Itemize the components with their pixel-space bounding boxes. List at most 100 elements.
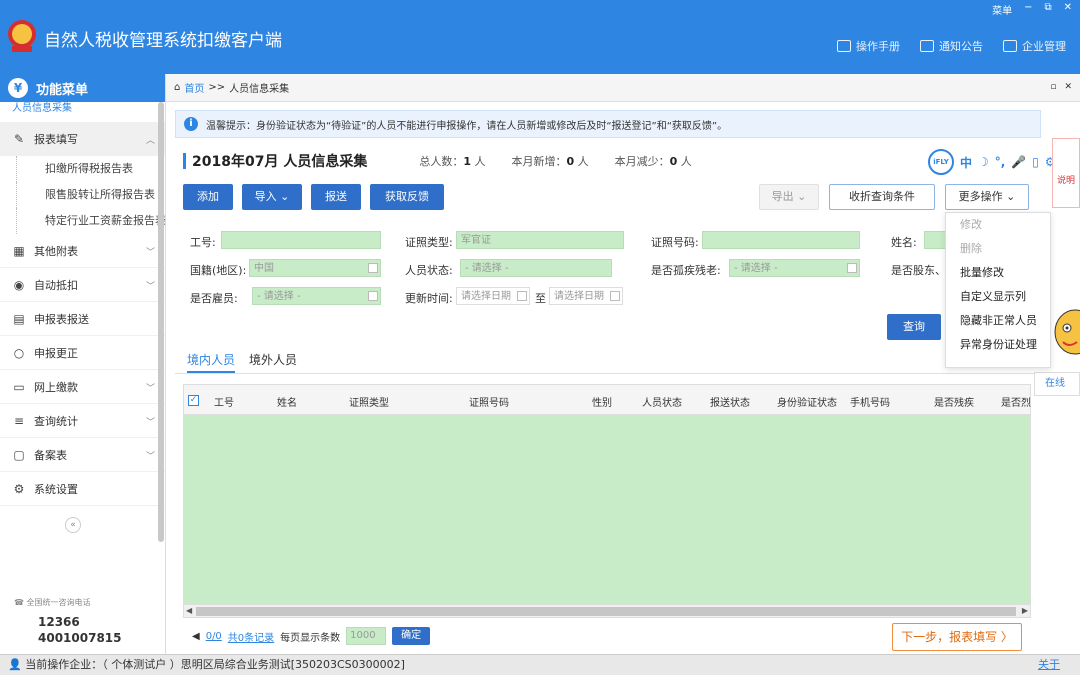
help-panel-tab[interactable]: 说明 — [1052, 138, 1080, 208]
next-step-button[interactable]: 下一步，报表填写 〉 — [892, 623, 1022, 651]
menu-item-hide-abnormal[interactable]: 隐藏非正常人员 — [946, 309, 1050, 333]
microphone-icon[interactable]: 🎤 — [1011, 155, 1026, 169]
shareholder-label: 是否股东、 — [891, 264, 946, 277]
col-disabled[interactable]: 是否残疾 — [934, 394, 974, 409]
select-all-checkbox[interactable]: ✓ — [188, 395, 199, 406]
sidebar-item-auto-deduct[interactable]: ◉ 自动抵扣 ﹀ — [0, 268, 165, 302]
table-hscrollbar[interactable]: ◀ ▶ — [184, 604, 1030, 617]
auto-deduct-icon: ◉ — [13, 277, 25, 292]
online-service-button[interactable]: 在线 — [1034, 372, 1080, 396]
col-name[interactable]: 姓名 — [277, 394, 297, 409]
title-bar: 自然人税收管理系统扣缴客户端 菜单 − ⧉ ✕ 操作手册 通知公告 企业管理 — [0, 0, 1080, 74]
per-page-input[interactable]: 1000 — [346, 627, 387, 645]
add-button[interactable]: 添加 — [183, 184, 233, 210]
status-select[interactable]: - 请选择 - — [460, 259, 612, 277]
col-phone[interactable]: 手机号码 — [850, 394, 890, 409]
col-employee-no[interactable]: 工号 — [214, 394, 234, 409]
table-body — [184, 415, 1030, 605]
employee-no-input[interactable] — [221, 231, 381, 249]
notice-link[interactable]: 通知公告 — [920, 38, 983, 54]
import-button[interactable]: 导入 ⌄ — [242, 184, 302, 210]
calendar-icon — [610, 291, 620, 301]
breadcrumb-home[interactable]: 首页 — [184, 80, 204, 95]
employed-select[interactable]: - 请选择 - — [252, 287, 381, 305]
sidebar-subitem-restricted-shares[interactable]: 限售股转让所得报告表 — [16, 182, 165, 208]
col-id-number[interactable]: 证照号码 — [469, 394, 509, 409]
hotline-numbers: 12366 4001007815 — [38, 615, 122, 645]
name-input[interactable] — [924, 231, 946, 249]
nationality-select[interactable]: 中国 — [249, 259, 381, 277]
more-actions-menu: 修改 删除 批量修改 自定义显示列 隐藏非正常人员 异常身份证处理 — [945, 212, 1051, 368]
page-indicator[interactable]: 0/0 — [206, 631, 222, 642]
sidebar-item-settings[interactable]: ⚙ 系统设置 — [0, 472, 165, 506]
company-link[interactable]: 企业管理 — [1003, 38, 1066, 54]
new-count: 本月新增：0 人 — [511, 155, 589, 168]
update-date-from[interactable]: 请选择日期 — [456, 287, 530, 305]
export-button[interactable]: 导出 ⌄ — [759, 184, 819, 210]
col-verify-status[interactable]: 身份验证状态 — [777, 394, 837, 409]
breadcrumb: ⌂ 首页 >> 人员信息采集 ▫ ✕ — [166, 74, 1080, 102]
query-button[interactable]: 查询 — [887, 314, 941, 340]
menu-item-custom-columns[interactable]: 自定义显示列 — [946, 285, 1050, 309]
chevron-down-icon: ﹀ — [145, 282, 155, 292]
moon-icon[interactable]: ☽ — [978, 155, 989, 169]
col-martyr[interactable]: 是否烈 — [1001, 394, 1031, 409]
sidebar-item-report[interactable]: ✎ 报表填写 ︿ — [0, 122, 165, 156]
orphan-select[interactable]: - 请选择 - — [729, 259, 860, 277]
title-accent — [183, 153, 186, 169]
col-gender[interactable]: 性别 — [592, 394, 612, 409]
id-number-input[interactable] — [702, 231, 860, 249]
id-type-select[interactable]: 军官证 — [456, 231, 624, 249]
info-icon: i — [184, 117, 198, 131]
total-count: 总人数：1 人 — [419, 155, 486, 168]
tip-banner: i 温馨提示：身份验证状态为“待验证”的人员不能进行申报操作，请在人员新增或修改… — [175, 110, 1041, 138]
manual-link[interactable]: 操作手册 — [837, 38, 900, 54]
get-feedback-button[interactable]: 获取反馈 — [370, 184, 444, 210]
sidebar-item-correction[interactable]: ○ 申报更正 — [0, 336, 165, 370]
col-person-status[interactable]: 人员状态 — [642, 394, 682, 409]
tab-overseas[interactable]: 境外人员 — [249, 348, 297, 373]
update-time-label: 更新时间: — [405, 292, 453, 305]
menu-item-edit[interactable]: 修改 — [946, 213, 1050, 237]
col-submit-status[interactable]: 报送状态 — [710, 394, 750, 409]
sidebar-item-submit-report[interactable]: ▤ 申报表报送 — [0, 302, 165, 336]
collapse-query-button[interactable]: 收折查询条件 — [829, 184, 935, 210]
ifly-logo-icon[interactable]: iFLY — [928, 149, 954, 175]
scroll-left-icon[interactable]: ◀ — [186, 606, 192, 615]
keyboard-icon[interactable]: ▯ — [1032, 155, 1039, 169]
sidebar-item-person-info[interactable]: 人员信息采集 — [0, 102, 165, 122]
panel-close-button[interactable]: ✕ — [1064, 82, 1072, 92]
sidebar-subitem-special-industry[interactable]: 特定行业工资薪金报告表 — [16, 208, 165, 234]
menu-item-abnormal-id[interactable]: 异常身份证处理 — [946, 333, 1050, 357]
chevron-down-icon: ﹀ — [145, 452, 155, 462]
submit-button[interactable]: 报送 — [311, 184, 361, 210]
punctuation-icon[interactable]: °, — [995, 155, 1006, 169]
sidebar-item-query-stats[interactable]: ≡ 查询统计 ﹀ — [0, 404, 165, 438]
panel-min-button[interactable]: ▫ — [1050, 82, 1056, 92]
update-date-to[interactable]: 请选择日期 — [549, 287, 623, 305]
scroll-thumb[interactable] — [196, 607, 1016, 616]
menu-item-batch-edit[interactable]: 批量修改 — [946, 261, 1050, 285]
chinese-input-icon[interactable]: 中 — [960, 154, 972, 171]
mascot-icon — [1054, 309, 1080, 355]
menu-button[interactable]: 菜单 — [992, 2, 1012, 17]
sidebar-scrollbar[interactable] — [158, 102, 164, 542]
collapse-sidebar-button[interactable]: « — [65, 517, 81, 533]
sidebar-item-online-payment[interactable]: ▭ 网上缴款 ﹀ — [0, 370, 165, 404]
scroll-right-icon[interactable]: ▶ — [1022, 606, 1028, 615]
restore-button[interactable]: ⧉ — [1044, 2, 1051, 17]
menu-item-delete[interactable]: 删除 — [946, 237, 1050, 261]
about-link[interactable]: 关于 — [1038, 655, 1060, 675]
more-actions-button[interactable]: 更多操作 ⌄ — [945, 184, 1029, 210]
name-label: 姓名: — [891, 236, 917, 249]
sidebar-item-other-attachments[interactable]: ▦ 其他附表 ﹀ — [0, 234, 165, 268]
tab-domestic[interactable]: 境内人员 — [187, 348, 236, 373]
sidebar-item-filing[interactable]: ▢ 备案表 ﹀ — [0, 438, 165, 472]
col-id-type[interactable]: 证照类型 — [349, 394, 389, 409]
close-button[interactable]: ✕ — [1064, 2, 1072, 17]
minimize-button[interactable]: − — [1024, 2, 1032, 17]
per-page-confirm-button[interactable]: 确定 — [392, 627, 431, 645]
sidebar-subitem-withholding[interactable]: 扣缴所得税报告表 — [16, 156, 165, 182]
pager: ◀ 0/0 共0条记录 每页显示条数 1000 确定 — [192, 627, 431, 645]
page-prev-icon[interactable]: ◀ — [192, 631, 200, 642]
